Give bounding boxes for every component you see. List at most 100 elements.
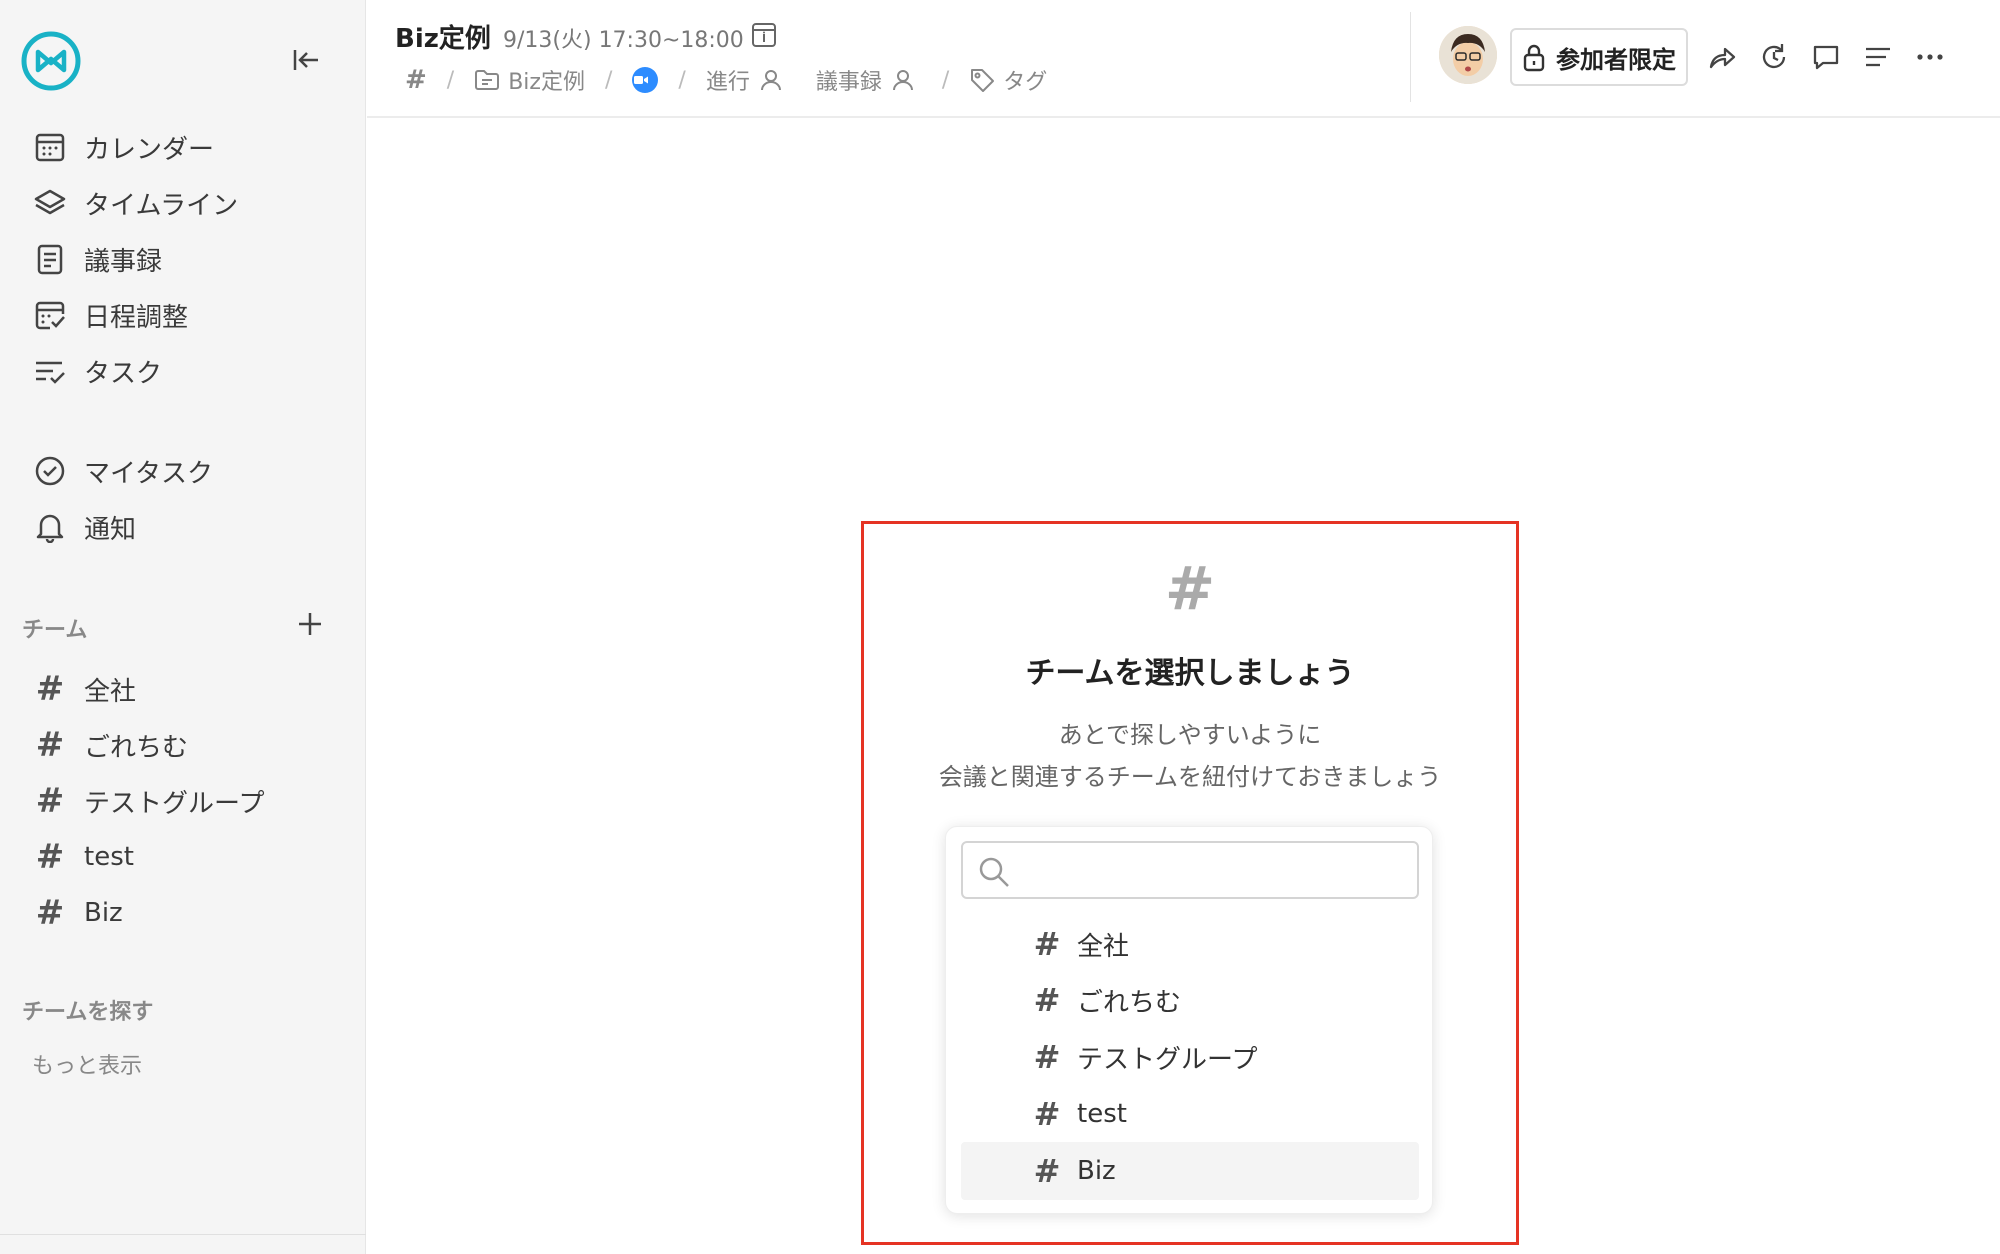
- breadcrumb: # / Biz定例 / / 進行 議事録 / タグ: [405, 62, 1047, 98]
- nav-item-timeline[interactable]: タイムライン: [30, 178, 238, 228]
- folder-icon: [475, 70, 500, 90]
- access-restriction-button[interactable]: 参加者限定: [1510, 28, 1688, 86]
- crumb-separator: /: [446, 67, 455, 93]
- team-option-label: test: [1077, 1099, 1127, 1129]
- team-label: ごれちむ: [84, 732, 189, 763]
- nav-item-tasks[interactable]: タスク: [30, 346, 162, 396]
- layers-icon: [30, 183, 70, 223]
- hash-icon: #: [1164, 554, 1216, 624]
- collapse-sidebar-icon[interactable]: [288, 42, 324, 78]
- header-divider: [1410, 12, 1411, 102]
- team-option[interactable]: # 全社: [961, 915, 1419, 973]
- calendar-icon: [30, 127, 70, 167]
- tag-label: タグ: [1003, 70, 1048, 95]
- team-option-label: テストグループ: [1077, 1044, 1258, 1075]
- outline-icon[interactable]: [1859, 38, 1897, 76]
- progress-crumb[interactable]: 進行: [706, 64, 790, 96]
- sidebar-team-item[interactable]: # test: [30, 832, 134, 882]
- find-team-title[interactable]: チームを探す: [22, 994, 153, 1026]
- team-label: test: [84, 842, 134, 872]
- meeting-header: Biz定例 9/13(火) 17:30~18:00 # / Biz定例 / / …: [367, 0, 2000, 118]
- task-list-icon: [30, 351, 70, 391]
- team-label: 全社: [84, 676, 137, 707]
- nav-label: 通知: [84, 514, 137, 545]
- panel-description: あとで探しやすいように 会議と関連するチームを紐付けておきましょう: [864, 714, 1516, 798]
- sidebar-team-item[interactable]: # ごれちむ: [30, 720, 188, 770]
- team-label: Biz: [84, 898, 123, 928]
- add-team-icon[interactable]: [292, 606, 328, 642]
- team-search-input[interactable]: [1019, 849, 1409, 891]
- app-logo-icon[interactable]: [20, 30, 82, 92]
- crumb-separator: /: [941, 67, 950, 93]
- folder-crumb[interactable]: Biz定例: [474, 64, 585, 96]
- team-option-selected[interactable]: # Biz: [961, 1142, 1419, 1200]
- avatar[interactable]: [1439, 26, 1497, 84]
- hash-icon: #: [35, 669, 65, 709]
- folder-label: Biz定例: [508, 70, 585, 95]
- minutes-label: 議事録: [815, 70, 882, 95]
- sidebar-team-item[interactable]: # 全社: [30, 664, 136, 714]
- panel-title: チームを選択しましょう: [1025, 656, 1355, 691]
- crumb-separator: /: [678, 67, 686, 93]
- nav-item-minutes[interactable]: 議事録: [30, 234, 162, 284]
- calendar-info-icon[interactable]: [749, 20, 779, 50]
- nav-label: 議事録: [84, 246, 163, 277]
- hash-icon: #: [35, 893, 65, 933]
- hash-icon: #: [1033, 1095, 1061, 1133]
- nav-label: 日程調整: [84, 302, 189, 333]
- check-circle-icon: [30, 451, 70, 491]
- user-icon: [760, 70, 781, 91]
- team-dropdown: # 全社 # ごれちむ # テストグループ # test # Biz: [945, 826, 1433, 1214]
- nav-item-calendar[interactable]: カレンダー: [30, 122, 214, 172]
- team-option-label: 全社: [1077, 931, 1130, 962]
- tag-icon: [971, 69, 995, 92]
- teams-section-title: チーム: [22, 618, 88, 643]
- nav-item-my-tasks[interactable]: マイタスク: [30, 446, 213, 496]
- crumb-separator: /: [604, 67, 613, 93]
- team-label: テストグループ: [84, 788, 265, 819]
- search-icon: [979, 857, 1009, 887]
- desc-line: あとで探しやすいように: [1058, 721, 1322, 749]
- nav-label: タスク: [84, 358, 163, 389]
- team-option[interactable]: # ごれちむ: [961, 971, 1419, 1029]
- team-option-label: Biz: [1077, 1156, 1116, 1186]
- team-search-box[interactable]: [961, 841, 1419, 899]
- access-label: 参加者限定: [1556, 45, 1676, 74]
- more-options-icon[interactable]: [1911, 38, 1949, 76]
- sidebar: カレンダー タイムライン 議事録 日程調整 タスク マイタスク 通知 チーム #…: [0, 0, 366, 1254]
- zoom-crumb[interactable]: [632, 67, 659, 93]
- lock-icon: [1523, 44, 1545, 72]
- show-more-link[interactable]: もっと表示: [32, 1048, 142, 1080]
- tag-crumb[interactable]: タグ: [969, 64, 1047, 96]
- progress-label: 進行: [705, 70, 750, 95]
- meeting-title[interactable]: Biz定例: [395, 18, 491, 55]
- zoom-video-icon: [632, 67, 659, 93]
- user-icon: [892, 70, 913, 91]
- desc-line: 会議と関連するチームを紐付けておきましょう: [938, 763, 1442, 791]
- hash-icon: #: [35, 781, 65, 821]
- hash-icon: #: [35, 725, 65, 765]
- history-icon[interactable]: [1755, 38, 1793, 76]
- nav-label: マイタスク: [84, 458, 213, 489]
- comment-icon[interactable]: [1807, 38, 1845, 76]
- minutes-crumb[interactable]: 議事録: [816, 64, 922, 96]
- sidebar-team-item[interactable]: # テストグループ: [30, 776, 265, 826]
- schedule-check-icon: [30, 295, 70, 335]
- nav-label: カレンダー: [84, 134, 215, 165]
- share-icon[interactable]: [1703, 38, 1741, 76]
- meeting-time[interactable]: 9/13(火) 17:30~18:00: [503, 22, 744, 54]
- hash-icon: #: [1033, 1152, 1061, 1190]
- hash-icon: #: [405, 65, 427, 95]
- nav-label: タイムライン: [84, 190, 239, 221]
- nav-item-notifications[interactable]: 通知: [30, 502, 136, 552]
- team-option[interactable]: # test: [961, 1085, 1419, 1143]
- document-icon: [30, 239, 70, 279]
- team-option[interactable]: # テストグループ: [961, 1028, 1419, 1086]
- team-hash-crumb[interactable]: #: [405, 65, 427, 95]
- team-option-label: ごれちむ: [1077, 987, 1182, 1018]
- hash-icon: #: [35, 837, 65, 877]
- bell-icon: [30, 507, 70, 547]
- nav-item-scheduling[interactable]: 日程調整: [30, 290, 188, 340]
- hash-icon: #: [1033, 925, 1061, 963]
- sidebar-team-item[interactable]: # Biz: [30, 888, 123, 938]
